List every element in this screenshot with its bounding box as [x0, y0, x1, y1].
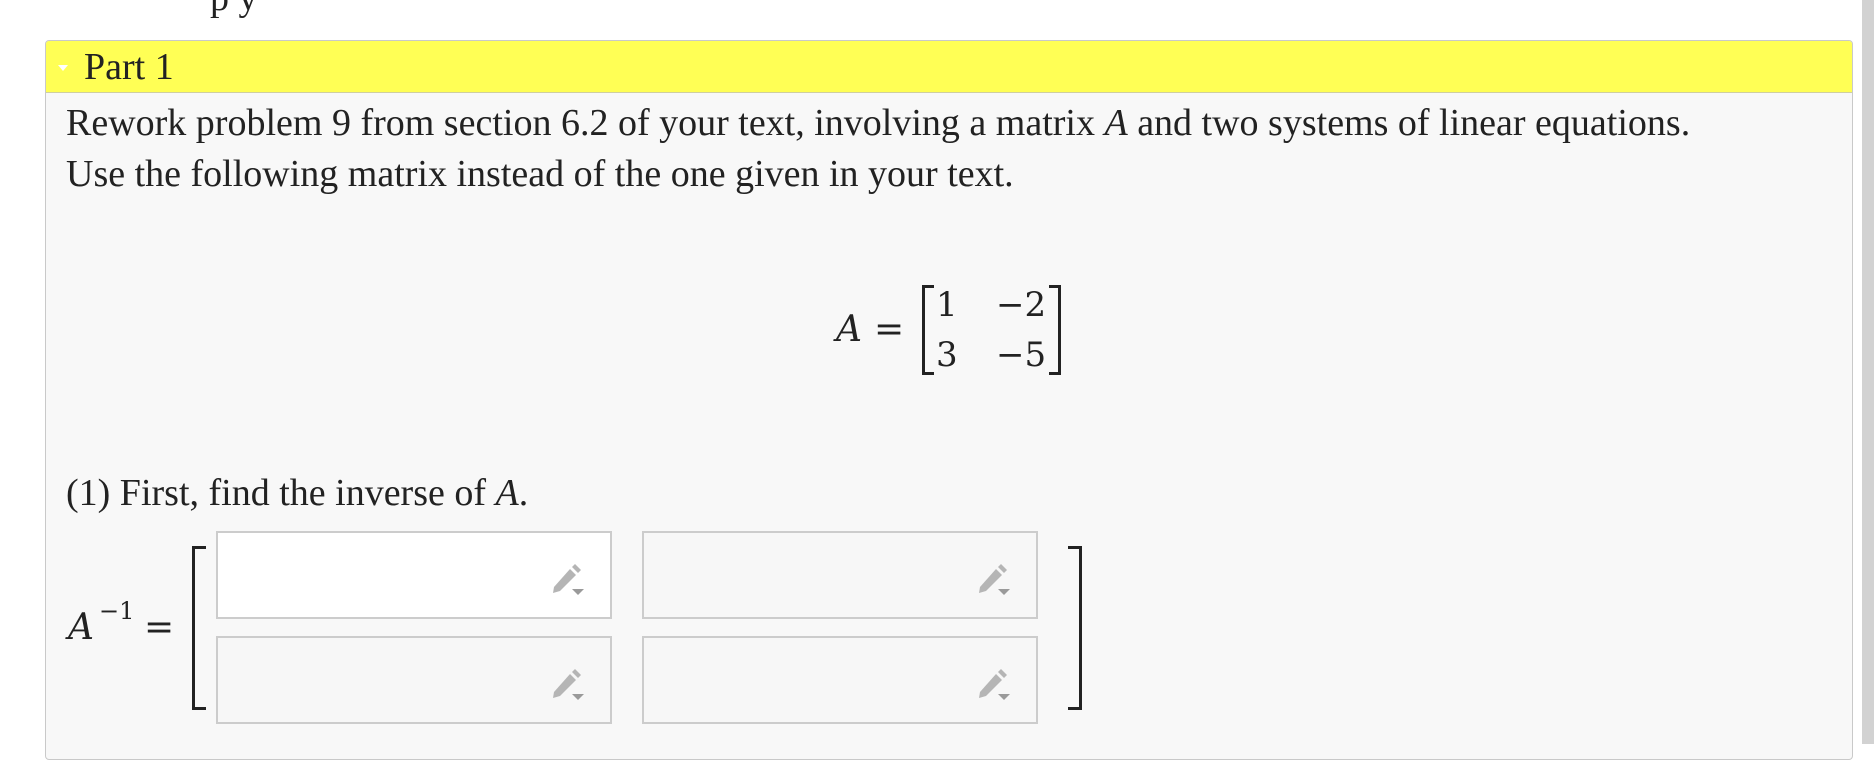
part-title: Part 1 — [84, 45, 174, 88]
matrix-left-bracket — [922, 285, 934, 375]
page-scrollbar[interactable] — [1862, 0, 1874, 744]
inverse-left-bracket — [192, 546, 206, 710]
intro-line-2: Use the following matrix instead of the … — [66, 153, 1014, 195]
inverse-label: A — [68, 607, 94, 648]
matrix-cell: −5 — [996, 335, 1047, 375]
matrix-cell: −2 — [996, 285, 1047, 325]
inverse-entry-r1c1[interactable] — [216, 531, 612, 619]
collapse-caret-icon[interactable] — [58, 64, 68, 71]
intro-text-a: Rework problem 9 from section 6.2 of you… — [66, 102, 1105, 144]
pencil-dropdown-icon[interactable] — [974, 559, 1014, 599]
matrix-right-bracket — [1049, 285, 1061, 375]
intro-var-a: A — [1104, 102, 1128, 144]
inverse-equals: = — [144, 607, 175, 648]
inverse-entry-r1c2[interactable] — [642, 531, 1038, 619]
question-1: (1) First, find the inverse of A. — [66, 468, 528, 518]
inverse-entry-r2c1[interactable] — [216, 636, 612, 724]
intro-line-1: Rework problem 9 from section 6.2 of you… — [66, 98, 1690, 148]
intro-text-b: and two systems of linear equations. — [1127, 102, 1691, 144]
inverse-entry-r2c2[interactable] — [642, 636, 1038, 724]
matrix-cell: 1 — [936, 285, 958, 325]
pencil-dropdown-icon[interactable] — [548, 664, 588, 704]
question-1-prefix: (1) First, find the inverse of — [66, 472, 496, 514]
previous-text-clipped: p y — [0, 0, 1874, 40]
part-header[interactable]: Part 1 — [46, 41, 1852, 93]
pencil-dropdown-icon[interactable] — [974, 664, 1014, 704]
part-panel: Part 1 Rework problem 9 from section 6.2… — [45, 40, 1853, 760]
inverse-right-bracket — [1068, 546, 1082, 710]
matrix-cell: 3 — [936, 335, 958, 375]
matrix-equals: = — [874, 309, 905, 350]
previous-text-fragment: p y — [210, 0, 258, 20]
question-1-suffix: . — [518, 472, 529, 514]
inverse-exponent: −1 — [99, 597, 135, 625]
pencil-dropdown-icon[interactable] — [548, 559, 588, 599]
matrix-label: A — [836, 309, 862, 350]
question-1-var: A — [495, 472, 519, 514]
